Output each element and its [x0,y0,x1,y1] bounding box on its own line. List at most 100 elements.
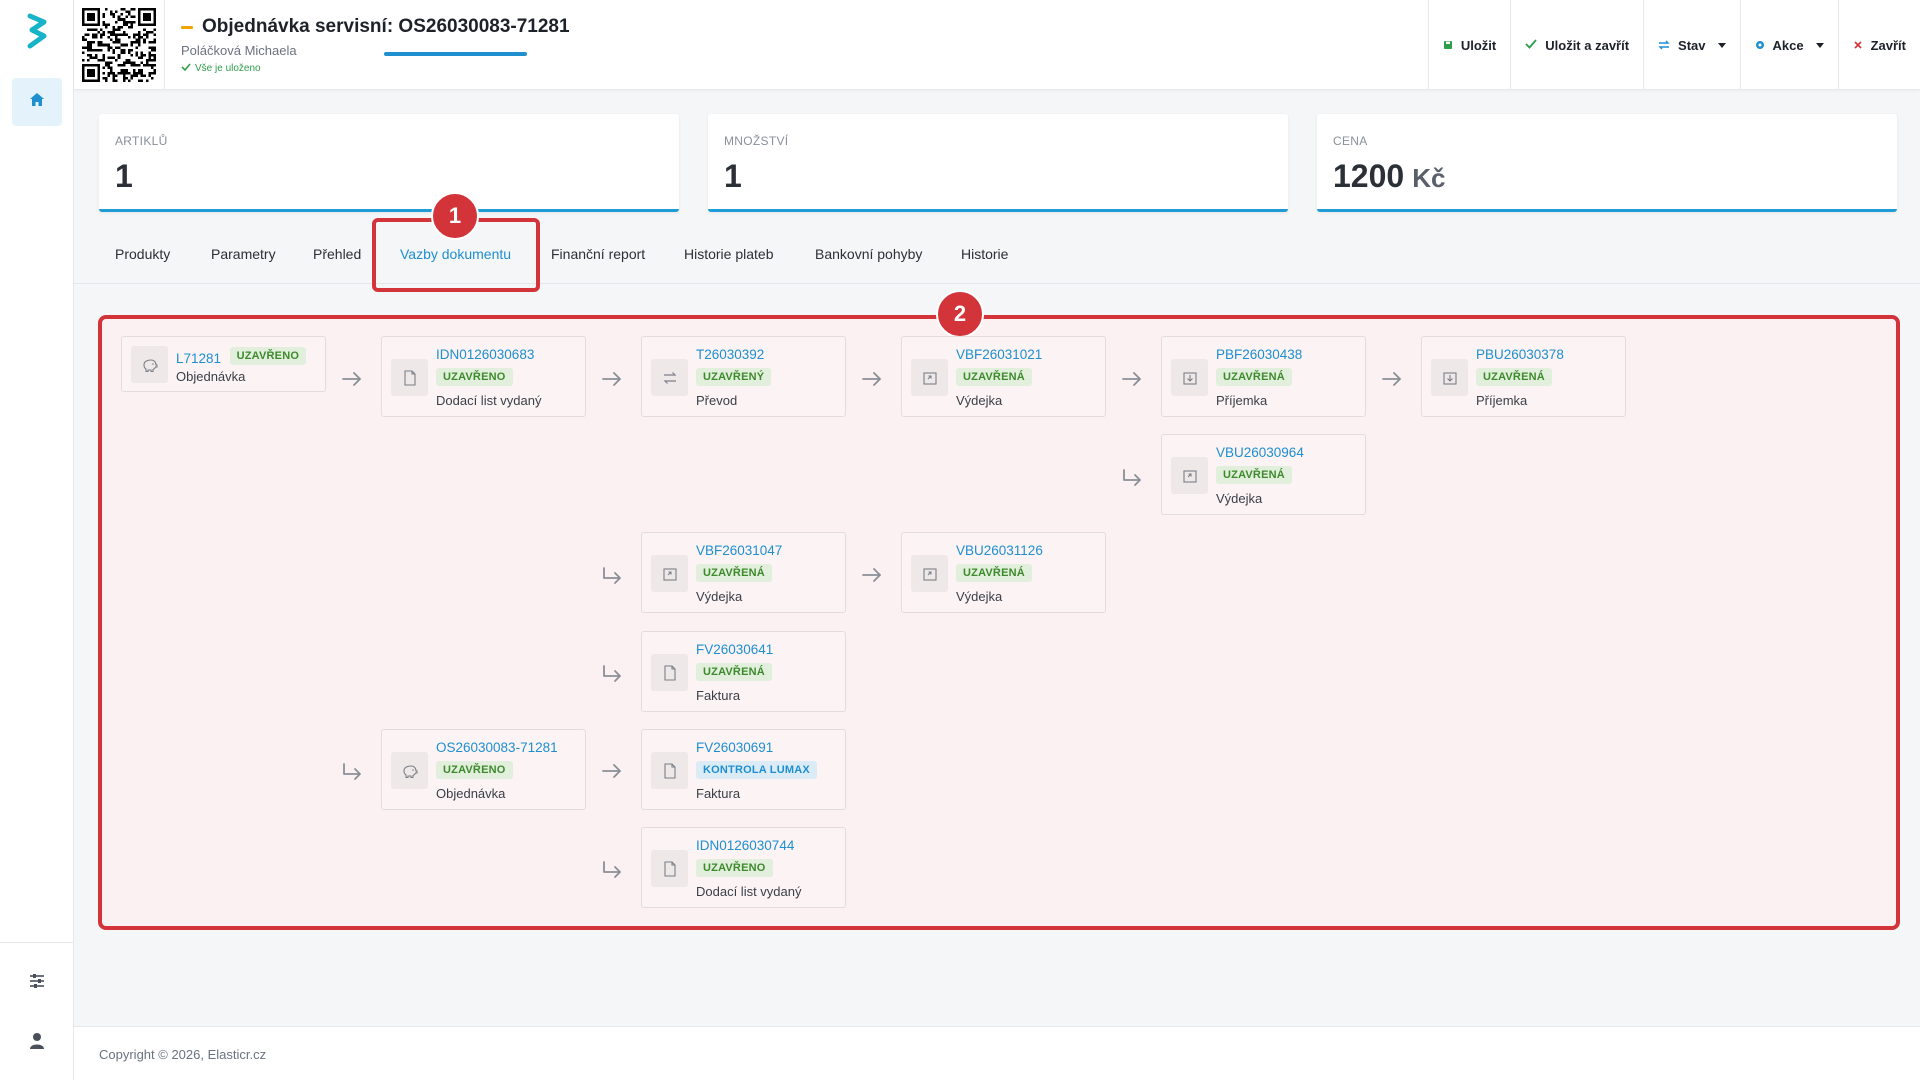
arrow-right-icon [340,369,364,389]
document-node[interactable]: VBF26031021 UZAVŘENÁ Výdejka [901,336,1106,417]
document-type: Objednávka [176,369,246,384]
tab-produkty[interactable]: Produkty [115,246,170,262]
page-header: Objednávka servisní: OS26030083-71281 Po… [74,0,1920,90]
document-link[interactable]: OS26030083-71281 [436,740,558,755]
arrow-branch-icon [1120,467,1144,487]
app-logo[interactable] [22,12,52,52]
tab-bar: Produkty Parametry Přehled Vazby dokumen… [74,228,1920,284]
tab-financni-report[interactable]: Finanční report [551,246,645,262]
document-link[interactable]: T26030392 [696,347,764,362]
document-link[interactable]: FV26030641 [696,642,773,657]
document-link[interactable]: VBF26031021 [956,347,1042,362]
document-node[interactable]: IDN0126030683 UZAVŘENO Dodací list vydaný [381,336,586,417]
stat-label: ARTIKLŮ [115,134,168,148]
document-type: Výdejka [1216,491,1263,506]
toolbar: Uložit Uložit a zavřít Stav Akce Zavřít [1427,0,1920,90]
active-tab-indicator [384,52,527,56]
document-node[interactable]: FV26030691 KONTROLA LUMAX Faktura [641,729,846,810]
save-button[interactable]: Uložit [1427,0,1510,90]
sidebar-divider [0,942,74,943]
document-link[interactable]: FV26030691 [696,740,773,755]
nav-settings[interactable] [22,968,52,998]
arrow-right-icon [1380,369,1404,389]
box-out-icon [1171,457,1208,494]
document-type: Dodací list vydaný [436,393,542,408]
arrow-right-icon [600,761,624,781]
document-link[interactable]: PBF26030438 [1216,347,1302,362]
arrow-right-icon [600,369,624,389]
document-type: Faktura [696,688,741,703]
status-badge: UZAVŘENÁ [1476,368,1552,386]
document-type: Dodací list vydaný [696,884,802,899]
chevron-down-icon [1815,42,1824,48]
tab-prehled[interactable]: Přehled [313,246,361,262]
tab-bankovni-pohyby[interactable]: Bankovní pohyby [815,246,922,262]
currency-unit: Kč [1412,163,1446,193]
arrow-branch-icon [340,761,364,781]
check-icon [1525,38,1537,53]
status-badge: UZAVŘENO [696,859,773,877]
document-type: Výdejka [696,589,743,604]
actions-dropdown[interactable]: Akce [1739,0,1838,90]
document-type: Převod [696,393,738,408]
arrow-right-icon [860,565,884,585]
document-icon [651,850,688,887]
tab-historie[interactable]: Historie [961,246,1008,262]
close-button[interactable]: Zavřít [1837,0,1920,90]
document-link[interactable]: VBF26031047 [696,543,782,558]
document-type: Výdejka [956,589,1003,604]
sidebar [0,0,74,1080]
document-icon [651,654,688,691]
tab-historie-plateb[interactable]: Historie plateb [684,246,774,262]
status-dropdown[interactable]: Stav [1643,0,1739,90]
document-link[interactable]: PBU26030378 [1476,347,1564,362]
document-node[interactable]: OS26030083-71281 UZAVŘENO Objednávka [381,729,586,810]
sliders-icon [28,972,46,995]
check-icon [181,62,191,75]
document-node[interactable]: VBF26031047 UZAVŘENÁ Výdejka [641,532,846,613]
status-badge: UZAVŘENÁ [1216,368,1292,386]
status-badge: UZAVŘENÁ [696,564,772,582]
box-out-icon [911,555,948,592]
document-node[interactable]: PBF26030438 UZAVŘENÁ Příjemka [1161,336,1366,417]
box-in-icon [1171,359,1208,396]
circle-icon [1755,38,1765,53]
document-link[interactable]: IDN0126030744 [696,838,794,853]
document-link[interactable]: L71281 [176,351,221,366]
status-badge: UZAVŘENÁ [1216,466,1292,484]
save-and-close-button[interactable]: Uložit a zavřít [1510,0,1643,90]
document-node[interactable]: VBU26031126 UZAVŘENÁ Výdejka [901,532,1106,613]
document-type: Příjemka [1216,393,1268,408]
status-badge: UZAVŘENÁ [696,663,772,681]
transfer-icon [651,359,688,396]
piggy-bank-icon [131,346,168,383]
status-badge: KONTROLA LUMAX [696,761,817,779]
document-node[interactable]: VBU26030964 UZAVŘENÁ Výdejka [1161,434,1366,515]
status-badge: UZAVŘENÁ [956,564,1032,582]
tab-parametry[interactable]: Parametry [211,246,276,262]
stat-value: 1200 Kč [1333,158,1446,194]
document-type: Faktura [696,786,741,801]
arrow-right-icon [860,369,884,389]
status-badge: UZAVŘENÁ [956,368,1032,386]
document-link[interactable]: VBU26030964 [1216,445,1304,460]
document-node[interactable]: PBU26030378 UZAVŘENÁ Příjemka [1421,336,1626,417]
chevron-down-icon [1717,42,1726,48]
document-link[interactable]: VBU26031126 [956,543,1043,558]
stat-card-articles: ARTIKLŮ 1 [99,114,679,212]
document-node[interactable]: IDN0126030744 UZAVŘENO Dodací list vydaný [641,827,846,908]
nav-home[interactable] [12,78,62,126]
box-in-icon [1431,359,1468,396]
box-out-icon [651,555,688,592]
document-link[interactable]: IDN0126030683 [436,347,534,362]
stat-label: MNOŽSTVÍ [724,134,789,148]
status-badge: UZAVŘENÝ [696,368,772,386]
nav-user[interactable] [22,1028,52,1058]
document-node[interactable]: L71281 UZAVŘENO Objednávka [121,336,326,392]
stat-value: 1 [724,158,742,194]
close-icon [1853,38,1863,53]
pending-indicator [181,25,193,29]
document-node[interactable]: FV26030641 UZAVŘENÁ Faktura [641,631,846,712]
piggy-bank-icon [391,752,428,789]
document-node[interactable]: T26030392 UZAVŘENÝ Převod [641,336,846,417]
